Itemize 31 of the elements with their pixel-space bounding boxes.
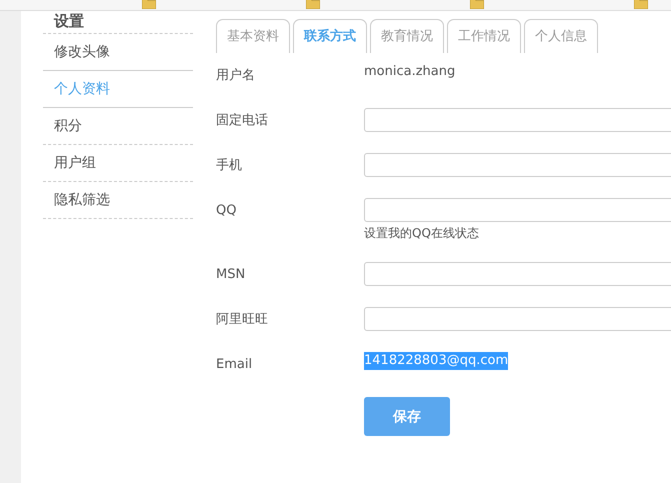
sidebar-item[interactable]: 用户组: [43, 145, 193, 182]
tab[interactable]: 个人信息: [524, 19, 598, 53]
sidebar-item[interactable]: 修改头像: [43, 34, 193, 71]
folder-icon[interactable]: [634, 0, 648, 9]
field-label: QQ: [216, 202, 238, 220]
sidebar-item[interactable]: 个人资料: [43, 70, 193, 108]
field-label: 阿里旺旺: [216, 311, 269, 329]
tab[interactable]: 教育情况: [370, 19, 444, 53]
sidebar-title: 设置: [43, 11, 193, 34]
field-value: 1418228803@qq.com: [364, 352, 508, 370]
save-button[interactable]: 保存: [364, 397, 450, 436]
tab[interactable]: 工作情况: [447, 19, 521, 53]
field-label: MSN: [216, 266, 246, 284]
field-label: 手机: [216, 157, 243, 175]
folder-icon[interactable]: [306, 0, 320, 9]
input-field[interactable]: [364, 307, 671, 331]
folder-icon[interactable]: [470, 0, 484, 9]
field-label: 用户名: [216, 67, 256, 85]
input-field[interactable]: [364, 262, 671, 286]
input-field[interactable]: [364, 153, 671, 177]
field-label: 固定电话: [216, 112, 269, 130]
input-field[interactable]: [364, 108, 671, 132]
input-field[interactable]: [364, 198, 671, 222]
tab[interactable]: 基本资料: [216, 19, 290, 53]
tab[interactable]: 联系方式: [293, 19, 367, 53]
field-hint: 设置我的QQ在线状态: [364, 225, 480, 242]
field-label: Email: [216, 356, 254, 374]
sidebar-item[interactable]: 积分: [43, 108, 193, 145]
folder-icon[interactable]: [142, 0, 156, 9]
field-value: monica.zhang: [364, 63, 456, 81]
sidebar-item[interactable]: 隐私筛选: [43, 182, 193, 219]
